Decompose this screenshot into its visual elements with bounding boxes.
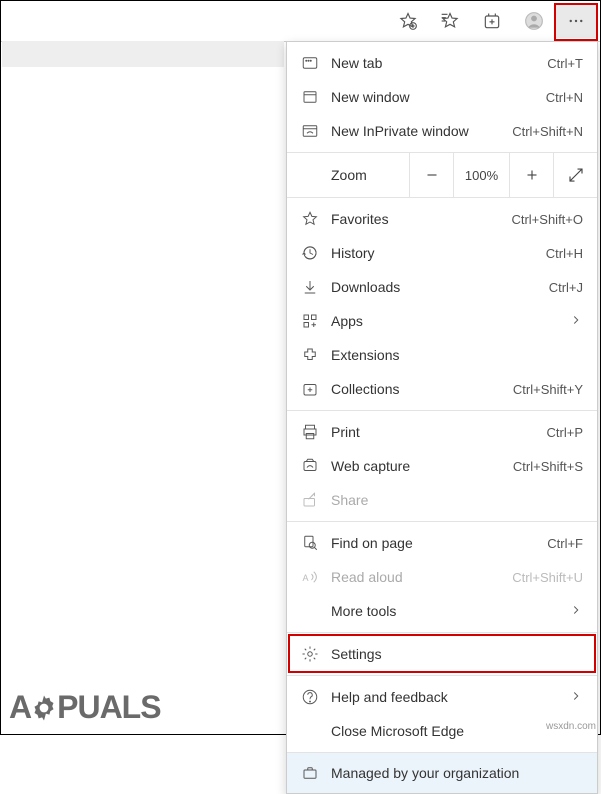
watermark-a: A bbox=[9, 689, 31, 726]
history-icon bbox=[301, 244, 319, 262]
menu-downloads-label: Downloads bbox=[331, 279, 537, 295]
menu-web-capture-label: Web capture bbox=[331, 458, 501, 474]
menu-new-inprivate-label: New InPrivate window bbox=[331, 123, 500, 139]
watermark-rest: PUALS bbox=[57, 689, 160, 726]
briefcase-icon bbox=[301, 764, 319, 782]
menu-collections-label: Collections bbox=[331, 381, 501, 397]
new-window-icon bbox=[301, 88, 319, 106]
menu-new-inprivate-shortcut: Ctrl+Shift+N bbox=[512, 124, 583, 139]
menu-history-label: History bbox=[331, 245, 534, 261]
menu-downloads[interactable]: Downloads Ctrl+J bbox=[287, 270, 597, 304]
profile-icon[interactable] bbox=[514, 4, 554, 38]
read-aloud-icon: A bbox=[301, 568, 319, 586]
browser-toolbar bbox=[1, 1, 600, 41]
chevron-right-icon bbox=[569, 313, 583, 330]
menu-find[interactable]: Find on page Ctrl+F bbox=[287, 526, 597, 560]
menu-web-capture-shortcut: Ctrl+Shift+S bbox=[513, 459, 583, 474]
menu-collections[interactable]: Collections Ctrl+Shift+Y bbox=[287, 372, 597, 406]
menu-read-aloud-shortcut: Ctrl+Shift+U bbox=[512, 570, 583, 585]
zoom-value: 100% bbox=[453, 153, 509, 197]
menu-apps[interactable]: Apps bbox=[287, 304, 597, 338]
gear-icon bbox=[301, 645, 319, 663]
collections-menu-icon bbox=[301, 380, 319, 398]
menu-apps-label: Apps bbox=[331, 313, 557, 329]
menu-managed[interactable]: Managed by your organization bbox=[287, 753, 597, 793]
menu-new-window-shortcut: Ctrl+N bbox=[546, 90, 583, 105]
menu-downloads-shortcut: Ctrl+J bbox=[549, 280, 583, 295]
menu-help-label: Help and feedback bbox=[331, 689, 557, 705]
star-icon bbox=[301, 210, 319, 228]
menu-read-aloud: A Read aloud Ctrl+Shift+U bbox=[287, 560, 597, 594]
menu-print[interactable]: Print Ctrl+P bbox=[287, 415, 597, 449]
menu-favorites-label: Favorites bbox=[331, 211, 499, 227]
menu-find-shortcut: Ctrl+F bbox=[547, 536, 583, 551]
print-icon bbox=[301, 423, 319, 441]
share-icon bbox=[301, 491, 319, 509]
menu-favorites-shortcut: Ctrl+Shift+O bbox=[511, 212, 583, 227]
menu-managed-label: Managed by your organization bbox=[331, 765, 583, 781]
menu-help[interactable]: Help and feedback bbox=[287, 680, 597, 714]
menu-print-label: Print bbox=[331, 424, 535, 440]
inprivate-icon bbox=[301, 122, 319, 140]
menu-history-shortcut: Ctrl+H bbox=[546, 246, 583, 261]
capture-icon bbox=[301, 457, 319, 475]
menu-more-tools[interactable]: More tools bbox=[287, 594, 597, 628]
source-credit: wsxdn.com bbox=[546, 721, 596, 732]
menu-new-window-label: New window bbox=[331, 89, 534, 105]
menu-more-tools-label: More tools bbox=[331, 603, 557, 619]
menu-favorites[interactable]: Favorites Ctrl+Shift+O bbox=[287, 202, 597, 236]
svg-text:A: A bbox=[303, 573, 309, 583]
watermark-gear-icon bbox=[29, 693, 59, 723]
favorites-icon[interactable] bbox=[430, 4, 470, 38]
menu-new-window[interactable]: New window Ctrl+N bbox=[287, 80, 597, 114]
new-tab-icon bbox=[301, 54, 319, 72]
page-action-icon[interactable] bbox=[388, 4, 428, 38]
fullscreen-button[interactable] bbox=[553, 153, 597, 197]
watermark-logo: A PUALS bbox=[9, 689, 161, 726]
menu-web-capture[interactable]: Web capture Ctrl+Shift+S bbox=[287, 449, 597, 483]
menu-history[interactable]: History Ctrl+H bbox=[287, 236, 597, 270]
selected-row-placeholder bbox=[2, 41, 284, 67]
more-button[interactable] bbox=[556, 4, 596, 38]
apps-icon bbox=[301, 312, 319, 330]
help-icon bbox=[301, 688, 319, 706]
chevron-right-icon bbox=[569, 603, 583, 620]
collections-icon[interactable] bbox=[472, 4, 512, 38]
extensions-icon bbox=[301, 346, 319, 364]
download-icon bbox=[301, 278, 319, 296]
zoom-out-button[interactable] bbox=[409, 153, 453, 197]
menu-share: Share bbox=[287, 483, 597, 517]
menu-print-shortcut: Ctrl+P bbox=[547, 425, 583, 440]
chevron-right-icon bbox=[569, 689, 583, 706]
menu-new-tab-shortcut: Ctrl+T bbox=[547, 56, 583, 71]
find-icon bbox=[301, 534, 319, 552]
settings-menu: New tab Ctrl+T New window Ctrl+N New InP… bbox=[286, 41, 598, 794]
menu-new-inprivate[interactable]: New InPrivate window Ctrl+Shift+N bbox=[287, 114, 597, 148]
menu-settings[interactable]: Settings bbox=[287, 637, 597, 671]
menu-new-tab-label: New tab bbox=[331, 55, 535, 71]
zoom-in-button[interactable] bbox=[509, 153, 553, 197]
menu-extensions-label: Extensions bbox=[331, 347, 583, 363]
menu-share-label: Share bbox=[331, 492, 583, 508]
menu-extensions[interactable]: Extensions bbox=[287, 338, 597, 372]
menu-collections-shortcut: Ctrl+Shift+Y bbox=[513, 382, 583, 397]
menu-find-label: Find on page bbox=[331, 535, 535, 551]
menu-new-tab[interactable]: New tab Ctrl+T bbox=[287, 46, 597, 80]
menu-read-aloud-label: Read aloud bbox=[331, 569, 500, 585]
zoom-label: Zoom bbox=[287, 167, 409, 183]
menu-settings-label: Settings bbox=[331, 646, 583, 662]
menu-zoom: Zoom 100% bbox=[287, 153, 597, 197]
